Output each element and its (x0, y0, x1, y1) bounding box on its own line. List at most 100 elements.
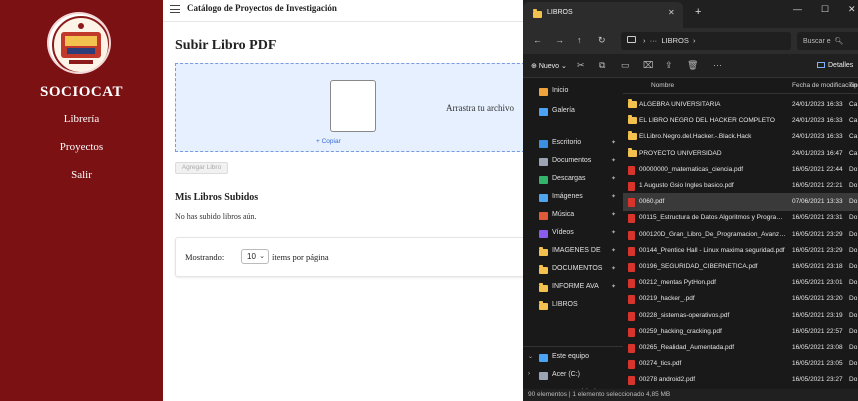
column-name[interactable]: Nombre (651, 82, 674, 89)
pin-icon: ✦ (611, 176, 617, 182)
topbar: Catálogo de Proyectos de Investigación (163, 0, 528, 22)
close-tab-icon[interactable]: ✕ (668, 8, 675, 17)
folder-icon (539, 247, 548, 256)
file-date: 24/01/2023 16:33 (792, 117, 843, 125)
explorer-navbar: ← → ↑ ↻ › ··· LIBROS › Buscar e 🔍︎ (523, 28, 858, 54)
file-date: 16/05/2021 23:19 (792, 311, 843, 319)
file-list-header: Nombre Fecha de modificación Tip (623, 78, 858, 94)
chevron-right-icon[interactable]: › (528, 371, 530, 377)
nav-item[interactable]: Música ✦ (523, 208, 623, 224)
search-input[interactable]: Buscar e 🔍︎ (797, 32, 858, 50)
paste-icon[interactable]: ▭ (621, 60, 630, 71)
details-button[interactable]: Detalles (817, 62, 853, 69)
status-text: 90 elementos | 1 elemento seleccionado 4… (528, 391, 671, 398)
nav-item[interactable]: DOCUMENTOS ✦ (523, 262, 623, 278)
pdf-file-icon (628, 165, 635, 175)
file-name: PROYECTO UNIVERSIDAD (639, 149, 722, 157)
sidebar-item-salir[interactable]: Salir (0, 169, 163, 181)
file-type: Ca (849, 101, 858, 108)
nav-item[interactable]: LIBROS (523, 298, 623, 314)
file-date: 16/05/2021 23:31 (792, 214, 843, 222)
nav-item-label: INFORME AVA (552, 283, 599, 290)
file-type: Do (849, 214, 858, 222)
file-type: Do (849, 376, 858, 384)
cut-icon[interactable]: ✂ (577, 60, 585, 71)
file-type: Ca (849, 149, 858, 157)
share-icon[interactable]: ⇪ (665, 60, 673, 71)
file-name: 00265_Realidad_Aumentada.pdf (639, 344, 735, 351)
file-date: 16/05/2021 23:20 (792, 295, 843, 303)
status-bar: 90 elementos | 1 elemento seleccionado 4… (523, 389, 858, 401)
drive-icon (539, 372, 548, 380)
nav-item[interactable]: ⌄ Este equipo (523, 350, 623, 366)
copy-icon[interactable]: ⧉ (599, 60, 605, 71)
file-date: 16/05/2021 23:05 (792, 360, 843, 368)
videos-icon (539, 230, 548, 238)
nav-item[interactable]: Descargas ✦ (523, 172, 623, 188)
column-date[interactable]: Fecha de modificación (792, 82, 857, 89)
pin-icon: ✦ (611, 284, 617, 290)
folder-icon (628, 131, 637, 141)
pdf-dropzone[interactable]: Arrastra tu archivo + Copiar (175, 63, 535, 152)
nav-item[interactable]: Galería (523, 104, 623, 120)
file-type: Do (849, 360, 858, 368)
more-icon[interactable]: ··· (713, 60, 722, 70)
app-title: Catálogo de Proyectos de Investigación (187, 3, 337, 13)
new-tab-icon[interactable]: + (695, 6, 701, 18)
nav-item[interactable]: INFORME AVA ✦ (523, 280, 623, 296)
address-bar[interactable]: › ··· LIBROS › (621, 32, 791, 50)
pin-icon: ✦ (611, 158, 617, 164)
file-name: 00212_mentas PytHon.pdf (639, 279, 716, 287)
nav-item[interactable]: Imágenes ✦ (523, 190, 623, 206)
nav-item[interactable]: Vídeos ✦ (523, 226, 623, 242)
pin-icon: ✦ (611, 248, 617, 254)
file-type: Do (849, 263, 858, 270)
column-type[interactable]: Tip (849, 82, 858, 89)
items-per-page-select[interactable]: 10 ⌄ (241, 249, 269, 264)
monitor-icon (627, 36, 636, 43)
explorer-tab[interactable]: LIBROS ✕ (523, 2, 683, 28)
up-icon[interactable]: ↑ (577, 35, 582, 45)
refresh-icon[interactable]: ↻ (598, 35, 606, 46)
folder-icon (539, 301, 548, 310)
pin-icon: ✦ (611, 194, 617, 200)
menu-icon[interactable] (170, 5, 180, 13)
chevron-down-icon[interactable]: ⌄ (528, 353, 533, 360)
pagination-panel: Mostrando: 10 ⌄ ítems por página (175, 237, 530, 277)
pin-icon: ✦ (611, 230, 617, 236)
minimize-icon[interactable]: — (793, 4, 802, 14)
explorer-titlebar: LIBROS ✕ + — ☐ ✕ (523, 0, 858, 28)
nav-item-label: IMAGENES DE (552, 247, 601, 254)
uploaded-books-title: Mis Libros Subidos (175, 192, 259, 203)
file-name: 00115_Estructura de Datos Algoritmos y P… (639, 214, 787, 222)
nav-item[interactable]: Documentos ✦ (523, 154, 623, 170)
copy-button[interactable]: + Copiar (316, 138, 341, 145)
folder-icon (628, 147, 637, 157)
nav-item[interactable]: Escritorio ✦ (523, 136, 623, 152)
sidebar-item-libreria[interactable]: Librería (0, 113, 163, 125)
forward-icon[interactable]: → (555, 35, 564, 45)
rename-icon[interactable]: ⌧ (643, 60, 653, 71)
pdf-file-icon (628, 360, 635, 370)
file-date: 16/05/2021 23:29 (792, 230, 843, 238)
maximize-icon[interactable]: ☐ (821, 4, 829, 15)
page-title: Subir Libro PDF (175, 38, 277, 53)
file-date: 24/01/2023 16:33 (792, 101, 843, 108)
pin-icon: ✦ (611, 212, 617, 218)
sidebar-item-proyectos[interactable]: Proyectos (0, 141, 163, 153)
new-button[interactable]: ⊕ Nuevo ⌄ (531, 62, 567, 70)
nav-item[interactable]: › Acer (C:) (523, 368, 623, 384)
add-book-button[interactable]: Agregar Libro (175, 162, 228, 174)
back-icon[interactable]: ← (533, 35, 542, 45)
nav-item[interactable]: Inicio (523, 84, 623, 100)
file-name: 00228_sistemas-operativos.pdf (639, 311, 730, 319)
close-window-icon[interactable]: ✕ (848, 4, 856, 15)
file-list: Nombre Fecha de modificación Tip ALGEBRA… (623, 78, 858, 389)
explorer-toolbar: ⊕ Nuevo ⌄ ✂ ⧉ ▭ ⌧ ⇪ 🗑︎ ··· Detalles (523, 54, 858, 78)
delete-icon[interactable]: 🗑︎ (687, 60, 698, 71)
file-type: Do (849, 295, 858, 303)
file-date: 07/06/2021 13:33 (792, 198, 843, 206)
desktop-icon (539, 140, 548, 148)
nav-item[interactable]: IMAGENES DE ✦ (523, 244, 623, 260)
file-row[interactable]: 00278 android2.pdf 16/05/2021 23:27 Do (623, 371, 858, 389)
